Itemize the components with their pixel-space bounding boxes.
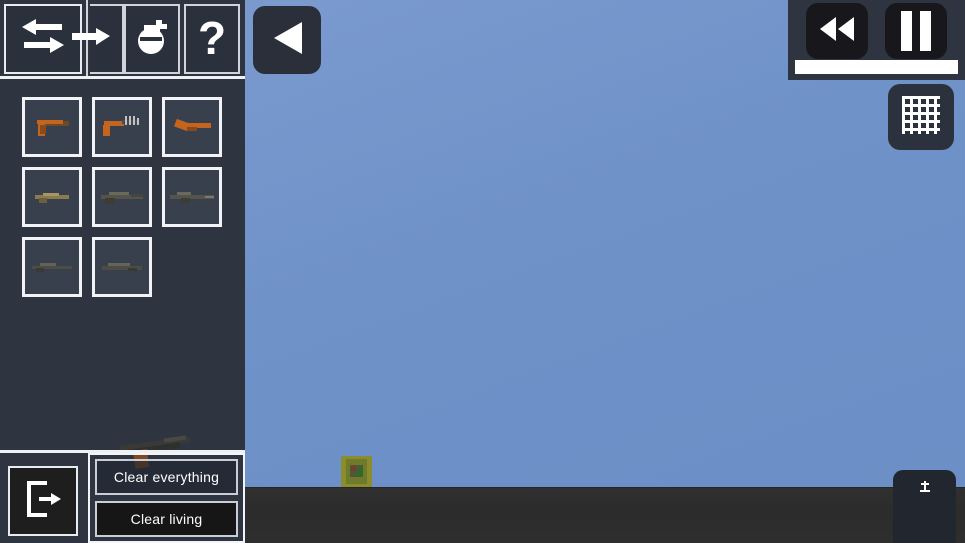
pause-bar-left [901, 11, 912, 51]
weapon-grid [0, 88, 245, 458]
anchor-icon [919, 480, 931, 499]
clear-everything-button[interactable]: Clear everything [95, 459, 238, 495]
clear-living-button[interactable]: Clear living [95, 501, 238, 537]
tab-help[interactable]: ? [184, 4, 240, 74]
swap-arrows-icon [18, 16, 68, 63]
action-panel: Clear everything Clear living [88, 453, 245, 543]
grid-icon [900, 94, 942, 141]
weapon-icon-battle-rifle [95, 240, 149, 294]
tab-arrow-right[interactable] [72, 4, 124, 74]
back-button[interactable] [253, 6, 321, 74]
weapon-icon-sniper-rifle [25, 240, 79, 294]
svg-text:?: ? [198, 13, 226, 61]
left-sidebar: ? Clear everything Clear living [0, 0, 245, 543]
exit-door-icon [21, 477, 65, 526]
weapon-icon-assault-rifle [95, 170, 149, 224]
tabstrip-underline [0, 76, 245, 79]
rewind-icon [817, 14, 857, 49]
question-mark-icon: ? [192, 12, 232, 66]
pause-icon [897, 11, 935, 51]
arrow-right-icon [72, 22, 114, 57]
rewind-button[interactable] [806, 3, 868, 59]
weapon-slot-1[interactable] [22, 97, 82, 157]
grenade-icon [130, 15, 174, 64]
timeline-fill [795, 60, 958, 74]
weapon-slot-3[interactable] [162, 97, 222, 157]
tab-grenade[interactable] [124, 4, 180, 74]
weapon-icon-sawed-off [165, 100, 219, 154]
weapon-slot-8[interactable] [92, 237, 152, 297]
entity-marker-red [351, 466, 356, 471]
entity-marker-green [357, 468, 363, 476]
spawned-entity[interactable] [341, 456, 372, 487]
weapon-icon-machine-pistol [95, 100, 149, 154]
bottom-right-panel[interactable] [893, 470, 956, 543]
timeline-slider[interactable] [795, 60, 958, 74]
weapon-icon-pistol [25, 100, 79, 154]
pause-bar-right [920, 11, 931, 51]
triangle-left-icon [270, 20, 304, 61]
weapon-slot-7[interactable] [22, 237, 82, 297]
sidebar-tabstrip: ? [0, 0, 245, 79]
weapon-slot-6[interactable] [162, 167, 222, 227]
playback-panel [788, 0, 965, 80]
weapon-icon-smg [25, 170, 79, 224]
weapon-slot-5[interactable] [92, 167, 152, 227]
weapon-slot-2[interactable] [92, 97, 152, 157]
game-screen: ? Clear everything Clear living [0, 0, 965, 543]
grid-toggle-button[interactable] [888, 84, 954, 150]
pause-button[interactable] [885, 3, 947, 59]
exit-button[interactable] [8, 466, 78, 536]
weapon-slot-4[interactable] [22, 167, 82, 227]
tab-swap[interactable] [4, 4, 82, 74]
weapon-icon-carbine [165, 170, 219, 224]
